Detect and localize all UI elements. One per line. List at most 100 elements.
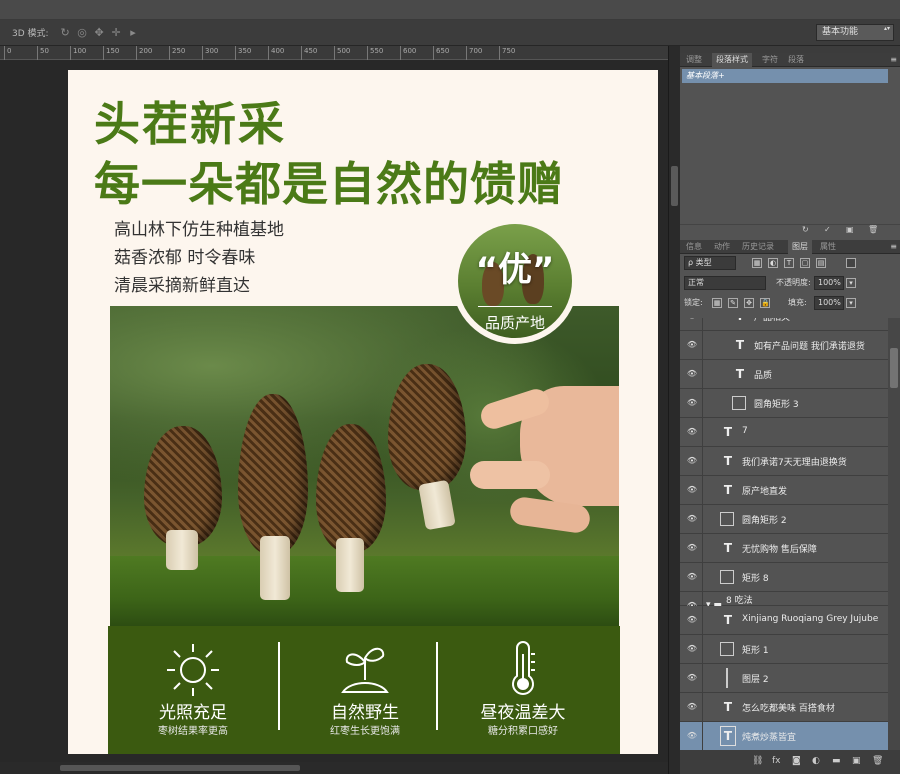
- panel-tab-0[interactable]: 调整: [682, 53, 706, 67]
- subtitle-1: 高山林下仿生种植基地: [114, 220, 284, 240]
- trash-icon[interactable]: 🗑: [868, 225, 878, 234]
- visibility-eye-icon[interactable]: 👁: [686, 427, 698, 437]
- slide-icon[interactable]: ✛: [110, 26, 123, 39]
- visibility-eye-icon[interactable]: 👁: [686, 318, 698, 321]
- lock-transparent-icon[interactable]: ▦: [712, 298, 722, 308]
- text-layer-icon: T: [723, 700, 733, 714]
- visibility-eye-icon[interactable]: 👁: [686, 456, 698, 466]
- commit-icon[interactable]: ✓: [824, 225, 831, 234]
- canvas-vertical-scrollbar[interactable]: [668, 46, 680, 774]
- ruler-label: 700: [469, 47, 483, 55]
- document-canvas[interactable]: 头茬新采 每一朵都是自然的馈赠 高山林下仿生种植基地 菇香浓郁 时令春味 清晨采…: [68, 70, 658, 754]
- lock-all-icon[interactable]: 🔒: [760, 298, 770, 308]
- layer-name: 圆角矩形 2: [742, 516, 787, 526]
- canvas-horizontal-scrollbar[interactable]: [0, 762, 668, 774]
- panel-menu-icon[interactable]: ≡: [890, 53, 897, 67]
- layer-row[interactable]: 👁 T 原产地直发: [680, 476, 888, 505]
- panel-tab-4[interactable]: 属性: [816, 240, 840, 254]
- panel-tab-2[interactable]: 历史记录: [738, 240, 778, 254]
- workspace-select[interactable]: 基本功能: [816, 24, 894, 41]
- scrollbar-thumb[interactable]: [60, 765, 300, 771]
- layers-scrollbar[interactable]: [888, 318, 900, 750]
- filter-type-icon[interactable]: T: [784, 258, 794, 268]
- fill-input[interactable]: 100%: [814, 296, 844, 310]
- folder-icon[interactable]: ▬: [832, 756, 841, 766]
- layer-row[interactable]: 👁 T 7: [680, 418, 888, 447]
- visibility-eye-icon[interactable]: 👁: [686, 702, 698, 712]
- layer-row[interactable]: 👁 T 怎么吃都美味 百搭食材: [680, 693, 888, 722]
- layer-row[interactable]: 👁 T 炖煮炒蒸皆宜: [680, 722, 888, 750]
- visibility-eye-icon[interactable]: 👁: [686, 731, 698, 741]
- visibility-eye-icon[interactable]: 👁: [686, 572, 698, 582]
- layer-name: 原产地直发: [742, 487, 788, 497]
- layer-row[interactable]: 👁 圆角矩形 3: [680, 389, 888, 418]
- panel-tab-1[interactable]: 段落样式: [712, 53, 752, 67]
- filter-smart-icon[interactable]: ▤: [816, 258, 826, 268]
- blend-mode-select[interactable]: 正常: [684, 276, 766, 290]
- layer-name: 无忧购物 售后保障: [742, 545, 817, 555]
- feature-subtitle: 红枣生长更饱满: [330, 726, 400, 737]
- lock-paint-icon[interactable]: ✎: [728, 298, 738, 308]
- lock-move-icon[interactable]: ✥: [744, 298, 754, 308]
- panel-tab-3[interactable]: 图层: [788, 240, 812, 254]
- visibility-eye-icon[interactable]: 👁: [686, 543, 698, 553]
- filter-toggle-icon[interactable]: [846, 258, 856, 268]
- panel-menu-icon[interactable]: ≡: [890, 240, 897, 254]
- panel-tab-2[interactable]: 字符: [758, 53, 782, 67]
- visibility-eye-icon[interactable]: 👁: [686, 644, 698, 654]
- layer-row[interactable]: 👁 T 无忧购物 售后保障: [680, 534, 888, 563]
- filter-shape-icon[interactable]: ▢: [800, 258, 810, 268]
- visibility-eye-icon[interactable]: 👁: [686, 369, 698, 379]
- visibility-eye-icon[interactable]: 👁: [686, 398, 698, 408]
- layer-row[interactable]: 👁 圆角矩形 2: [680, 505, 888, 534]
- fill-label: 填充:: [788, 298, 807, 307]
- visibility-eye-icon[interactable]: 👁: [686, 340, 698, 350]
- visibility-eye-icon[interactable]: 👁: [686, 615, 698, 625]
- visibility-eye-icon[interactable]: 👁: [686, 485, 698, 495]
- pan-icon[interactable]: ✥: [93, 26, 106, 39]
- scrollbar-thumb[interactable]: [890, 348, 898, 388]
- camera-icon[interactable]: ▸: [127, 26, 140, 39]
- layer-row[interactable]: 👁 矩形 8: [680, 563, 888, 592]
- badge-quality-char: “优”: [475, 250, 555, 290]
- panel-tab-1[interactable]: 动作: [710, 240, 734, 254]
- opacity-label: 不透明度:: [776, 278, 811, 287]
- filter-pixel-icon[interactable]: ▦: [752, 258, 762, 268]
- adjustment-icon[interactable]: ◐: [812, 756, 820, 766]
- paragraph-style-item[interactable]: 基本段落+: [682, 69, 888, 83]
- filter-adjust-icon[interactable]: ◐: [768, 258, 778, 268]
- orbit-icon[interactable]: ↻: [59, 26, 72, 39]
- opacity-input[interactable]: 100%: [814, 276, 844, 290]
- layer-filter-select[interactable]: ρ 类型: [684, 256, 736, 270]
- layer-name: 如有产品问题 我们承诺退货: [754, 342, 865, 352]
- ruler-label: 550: [370, 47, 384, 55]
- trash-icon[interactable]: 🗑: [872, 756, 883, 766]
- panel-tab-3[interactable]: 段落: [784, 53, 808, 67]
- layer-row[interactable]: 👁 T 我们承诺7天无理由退换货: [680, 447, 888, 476]
- mask-icon[interactable]: ◙: [792, 756, 801, 766]
- layer-row[interactable]: 👁 T 如有产品问题 我们承诺退货: [680, 331, 888, 360]
- layer-name: 产品相关: [754, 318, 791, 323]
- layer-row[interactable]: 👁▾ ▬8 吃法: [680, 592, 888, 621]
- new-layer-icon[interactable]: ▣: [852, 756, 861, 766]
- layer-row[interactable]: 👁 T Xinjiang Ruoqiang Grey Jujube: [680, 606, 888, 635]
- new-style-icon[interactable]: ▣: [846, 225, 854, 234]
- visibility-eye-icon[interactable]: 👁: [686, 514, 698, 524]
- layer-row[interactable]: 👁 T 产品相关: [680, 318, 888, 331]
- layer-name: 圆角矩形 3: [754, 400, 799, 410]
- clear-override-icon[interactable]: ↻: [802, 225, 809, 234]
- link-layers-icon[interactable]: ⛓: [752, 756, 763, 766]
- layer-row[interactable]: 👁 T 品质: [680, 360, 888, 389]
- fx-icon[interactable]: fx: [772, 756, 781, 766]
- visibility-eye-icon[interactable]: 👁: [686, 673, 698, 683]
- text-layer-icon: T: [735, 367, 745, 381]
- layer-name: 矩形 8: [742, 574, 769, 584]
- layer-row[interactable]: 👁 矩形 1: [680, 635, 888, 664]
- chevron-down-icon[interactable]: ▾: [846, 278, 856, 288]
- scrollbar-thumb[interactable]: [671, 166, 678, 206]
- layer-row[interactable]: 👁 图层 2: [680, 664, 888, 693]
- roll-icon[interactable]: ◎: [76, 26, 89, 39]
- ruler-label: 650: [436, 47, 450, 55]
- panel-tab-0[interactable]: 信息: [682, 240, 706, 254]
- chevron-down-icon[interactable]: ▾: [846, 298, 856, 308]
